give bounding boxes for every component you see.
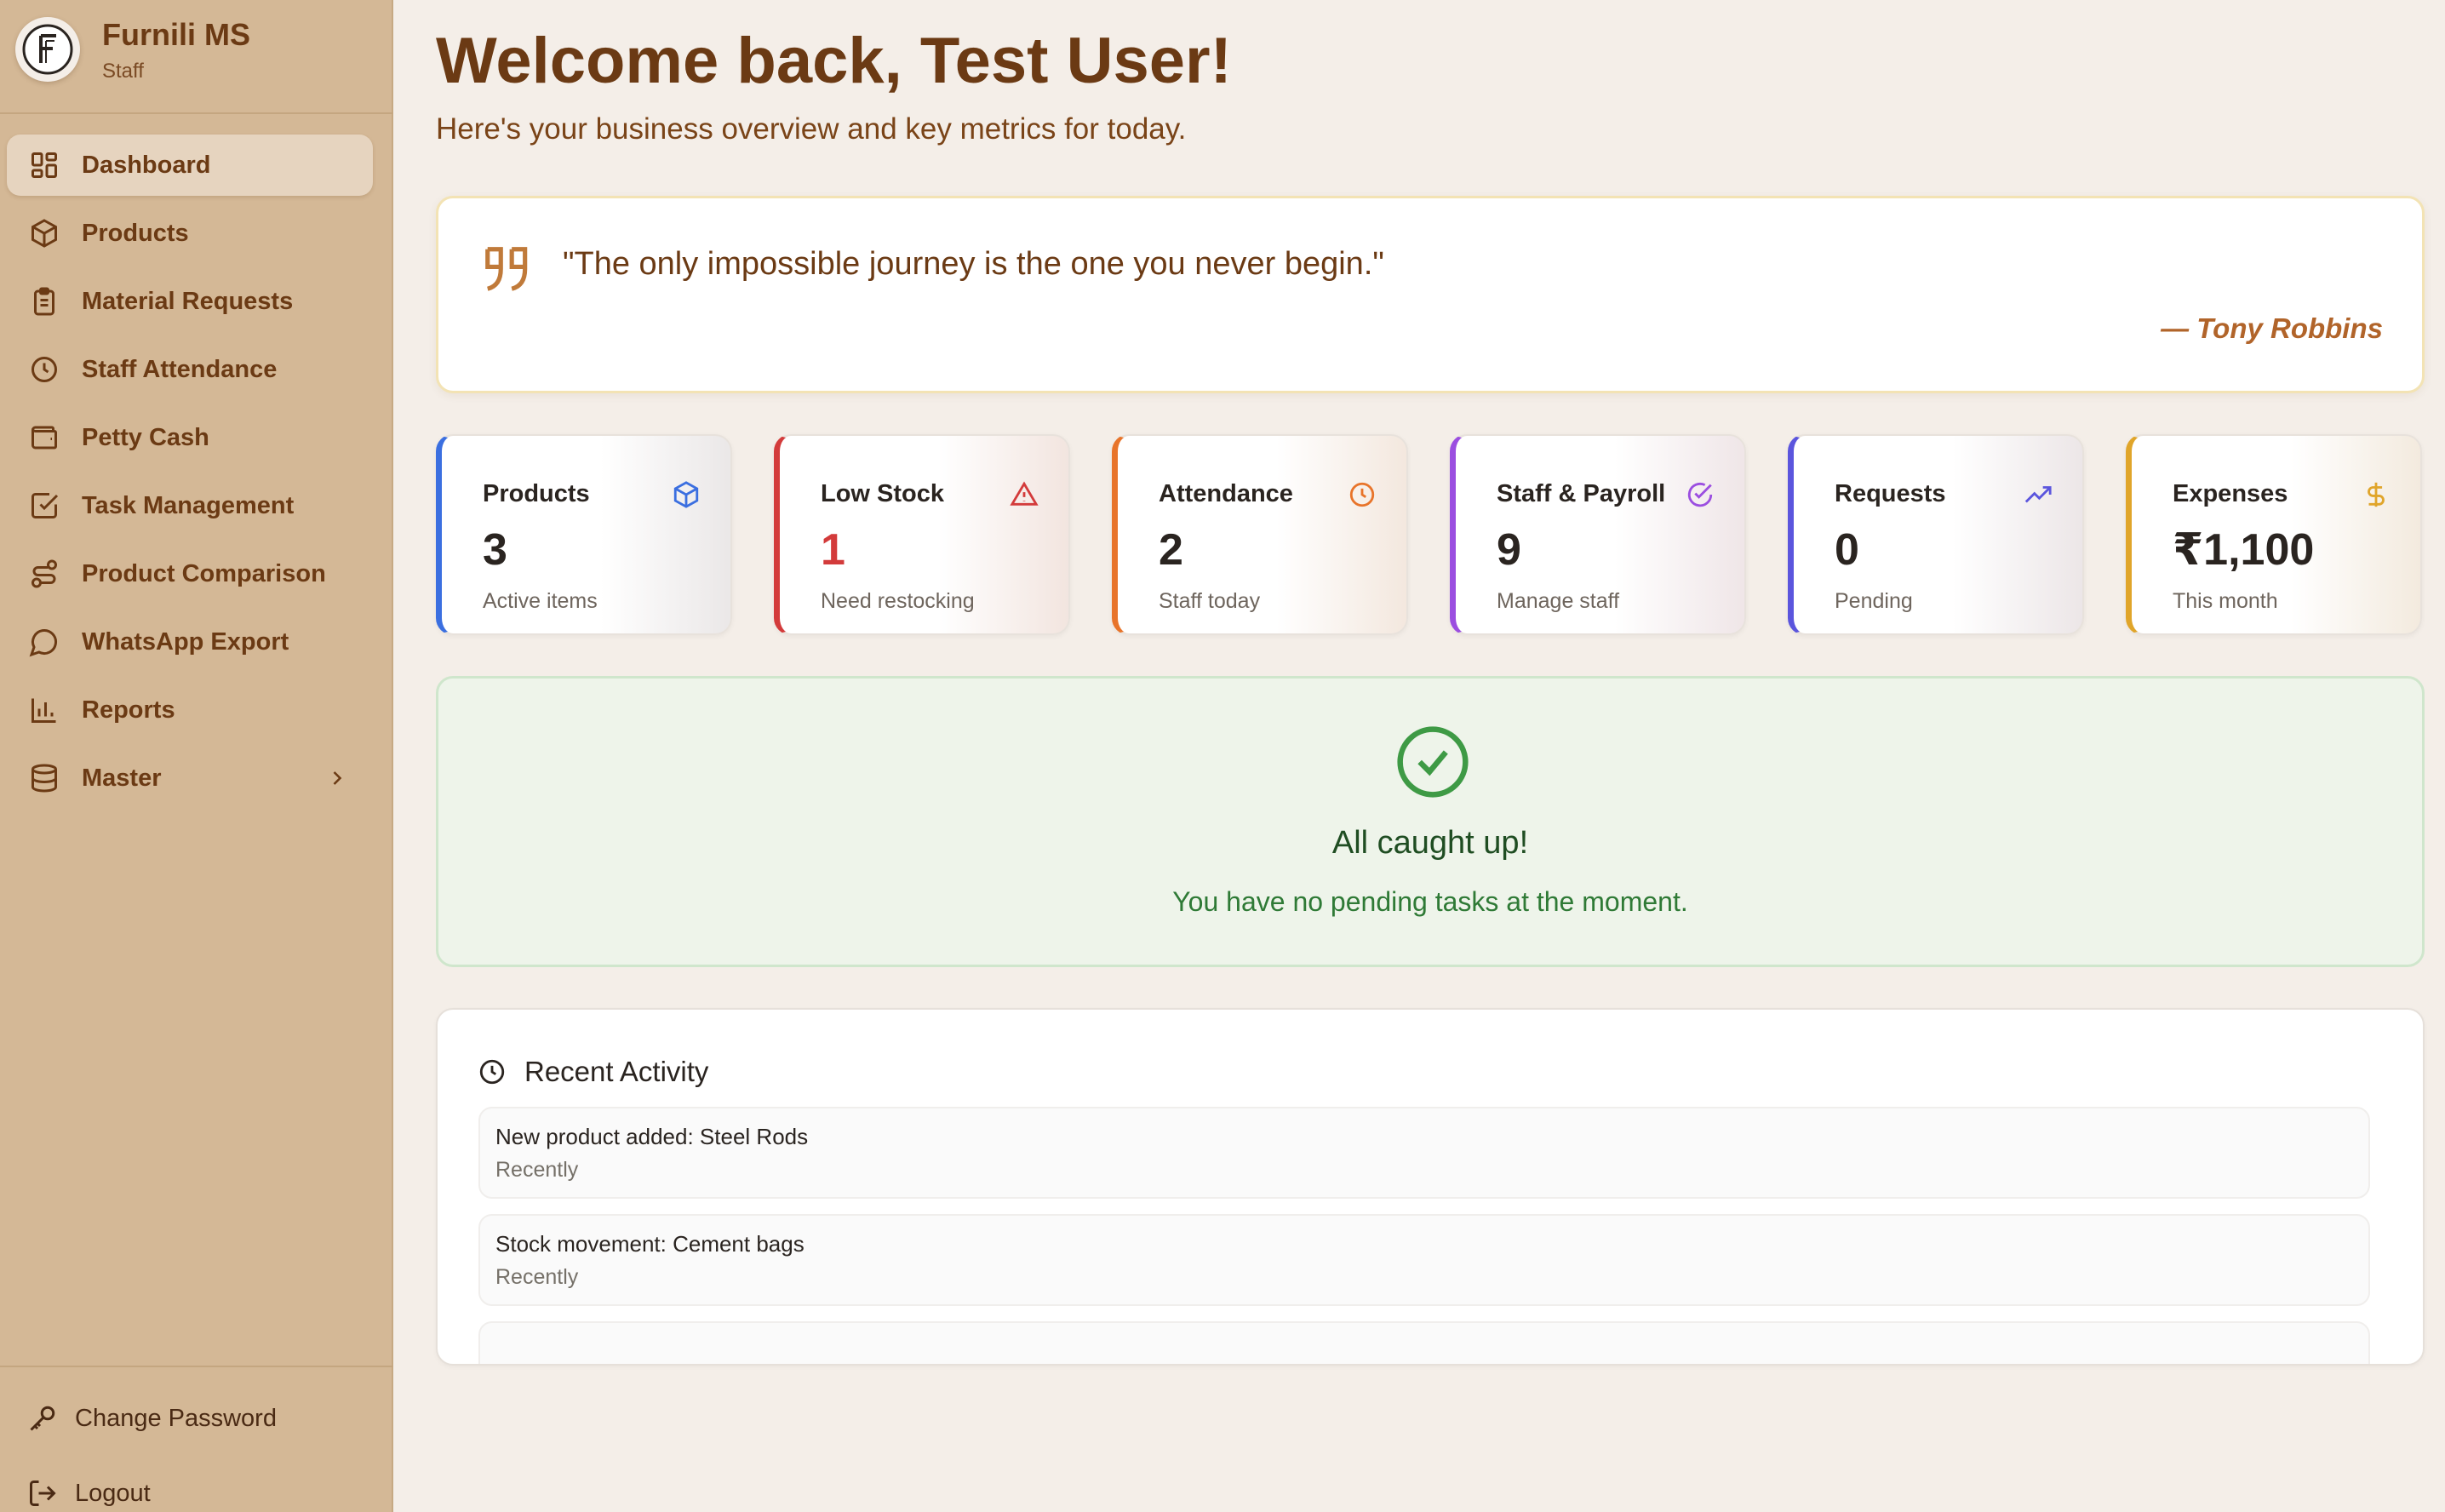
activity-time: Recently <box>495 1158 579 1182</box>
sidebar-nav: Dashboard Products Material Requests Sta… <box>7 135 373 816</box>
caught-up-title: All caught up! <box>1331 825 1529 861</box>
box-icon <box>31 219 57 248</box>
sidebar-item-label: Petty Cash <box>82 423 209 451</box>
stat-label: This month <box>2173 589 2278 613</box>
quote-card: "The only impossible journey is the one … <box>436 196 2425 393</box>
stat-card-expenses[interactable]: Expenses ₹1,100 This month <box>2126 434 2422 635</box>
sidebar: Furnili MS Staff Dashboard Products Mate… <box>0 0 393 1512</box>
stat-title: Attendance <box>1159 480 1293 507</box>
stat-card-staff-payroll[interactable]: Staff & Payroll 9 Manage staff <box>1450 434 1746 635</box>
stat-label: Manage staff <box>1497 589 1620 613</box>
list-item[interactable]: Stock movement: Cement bags Recently <box>478 1214 2370 1306</box>
sidebar-item-label: Product Comparison <box>82 559 326 587</box>
stat-card-attendance[interactable]: Attendance 2 Staff today <box>1112 434 1408 635</box>
recent-activity-title: Recent Activity <box>524 1056 709 1087</box>
quote-author: — Tony Robbins <box>2161 312 2383 344</box>
stat-label: Pending <box>1835 589 1913 613</box>
stat-value: ₹1,100 <box>2173 525 2315 575</box>
app-logo[interactable] <box>15 17 80 82</box>
quote-icon <box>485 247 528 291</box>
logout-label: Logout <box>75 1479 151 1507</box>
stat-value: 1 <box>821 525 845 575</box>
stat-card-products[interactable]: Products 3 Active items <box>436 434 732 635</box>
check-circle-icon <box>1397 726 1469 798</box>
box-icon <box>673 481 699 508</box>
dollar-icon <box>2368 482 2385 507</box>
change-password-label: Change Password <box>75 1404 277 1432</box>
recent-activity-card: Recent Activity New product added: Steel… <box>436 1008 2425 1366</box>
stat-label: Need restocking <box>821 589 975 613</box>
grid-icon <box>31 152 57 178</box>
page-title: Welcome back, Test User! <box>436 25 1232 97</box>
activity-text: New product added: Steel Rods <box>495 1124 809 1149</box>
recent-activity-header: Recent Activity <box>477 1056 708 1088</box>
stat-label: Staff today <box>1159 589 1261 613</box>
list-item[interactable]: New product added: Steel Rods Recently <box>478 1107 2370 1199</box>
logout-button[interactable]: Logout <box>27 1478 151 1509</box>
clock-icon <box>1349 482 1375 507</box>
sidebar-item-whatsapp-export[interactable]: WhatsApp Export <box>7 611 373 673</box>
sidebar-item-label: Dashboard <box>82 151 211 179</box>
stat-card-low-stock[interactable]: Low Stock 1 Need restocking <box>774 434 1070 635</box>
sidebar-item-label: Staff Attendance <box>82 355 278 383</box>
key-icon <box>30 1406 55 1431</box>
sidebar-item-task-management[interactable]: Task Management <box>7 475 373 536</box>
database-icon <box>31 764 57 793</box>
alert-triangle-icon <box>1010 481 1039 506</box>
stat-title: Staff & Payroll <box>1497 480 1666 507</box>
stat-title: Requests <box>1835 480 1946 507</box>
caught-up-subtitle: You have no pending tasks at the moment. <box>1172 886 1688 917</box>
activity-text: Stock movement: Cement bags <box>495 1231 805 1257</box>
sidebar-item-product-comparison[interactable]: Product Comparison <box>7 543 373 604</box>
clock-icon <box>479 1059 505 1085</box>
sidebar-item-label: Products <box>82 219 189 247</box>
trending-up-icon <box>2024 486 2052 503</box>
clipboard-icon <box>34 287 54 316</box>
stat-value: 9 <box>1497 525 1521 575</box>
chat-bubble-icon <box>29 628 58 657</box>
app-name: Furnili MS <box>102 17 250 52</box>
page-subtitle: Here's your business overview and key me… <box>436 112 1187 146</box>
change-password-button[interactable]: Change Password <box>27 1403 277 1434</box>
quote-text: "The only impossible journey is the one … <box>563 246 1384 282</box>
check-square-icon <box>31 493 59 518</box>
sidebar-item-dashboard[interactable]: Dashboard <box>7 135 373 196</box>
sidebar-item-label: Task Management <box>82 491 295 519</box>
check-circle-icon <box>1687 482 1713 507</box>
sidebar-footer: Change Password Logout <box>0 1366 393 1512</box>
sidebar-item-label: Reports <box>82 696 175 724</box>
list-item-partial <box>478 1321 2370 1364</box>
sidebar-item-label: WhatsApp Export <box>82 627 289 656</box>
chevron-right-icon <box>333 771 342 785</box>
sidebar-item-label: Master <box>82 764 162 792</box>
stat-label: Active items <box>483 589 598 613</box>
activity-time: Recently <box>495 1265 579 1289</box>
stat-card-requests[interactable]: Requests 0 Pending <box>1788 434 2084 635</box>
user-role: Staff <box>102 60 144 83</box>
stat-title: Expenses <box>2173 480 2288 507</box>
sidebar-item-reports[interactable]: Reports <box>7 679 373 741</box>
activity-list: New product added: Steel Rods Recently S… <box>478 1107 2370 1364</box>
sidebar-item-staff-attendance[interactable]: Staff Attendance <box>7 339 373 400</box>
wallet-icon <box>31 426 57 450</box>
brand-header: Furnili MS Staff <box>0 0 393 114</box>
stat-title: Low Stock <box>821 480 945 507</box>
stat-title: Products <box>483 480 590 507</box>
stats-row: Products 3 Active items Low Stock 1 Need… <box>436 434 2425 635</box>
logo-icon <box>22 24 73 75</box>
route-icon <box>31 559 57 588</box>
all-caught-up-card: All caught up! You have no pending tasks… <box>436 676 2425 967</box>
stat-value: 3 <box>483 525 507 575</box>
sidebar-item-material-requests[interactable]: Material Requests <box>7 271 373 332</box>
sidebar-item-products[interactable]: Products <box>7 203 373 264</box>
sidebar-item-master[interactable]: Master <box>7 747 373 809</box>
sidebar-item-label: Material Requests <box>82 287 294 315</box>
logout-icon <box>30 1480 56 1506</box>
sidebar-item-petty-cash[interactable]: Petty Cash <box>7 407 373 468</box>
clock-icon <box>31 357 57 382</box>
stat-value: 2 <box>1159 525 1183 575</box>
bar-chart-icon <box>31 698 56 723</box>
stat-value: 0 <box>1835 525 1859 575</box>
